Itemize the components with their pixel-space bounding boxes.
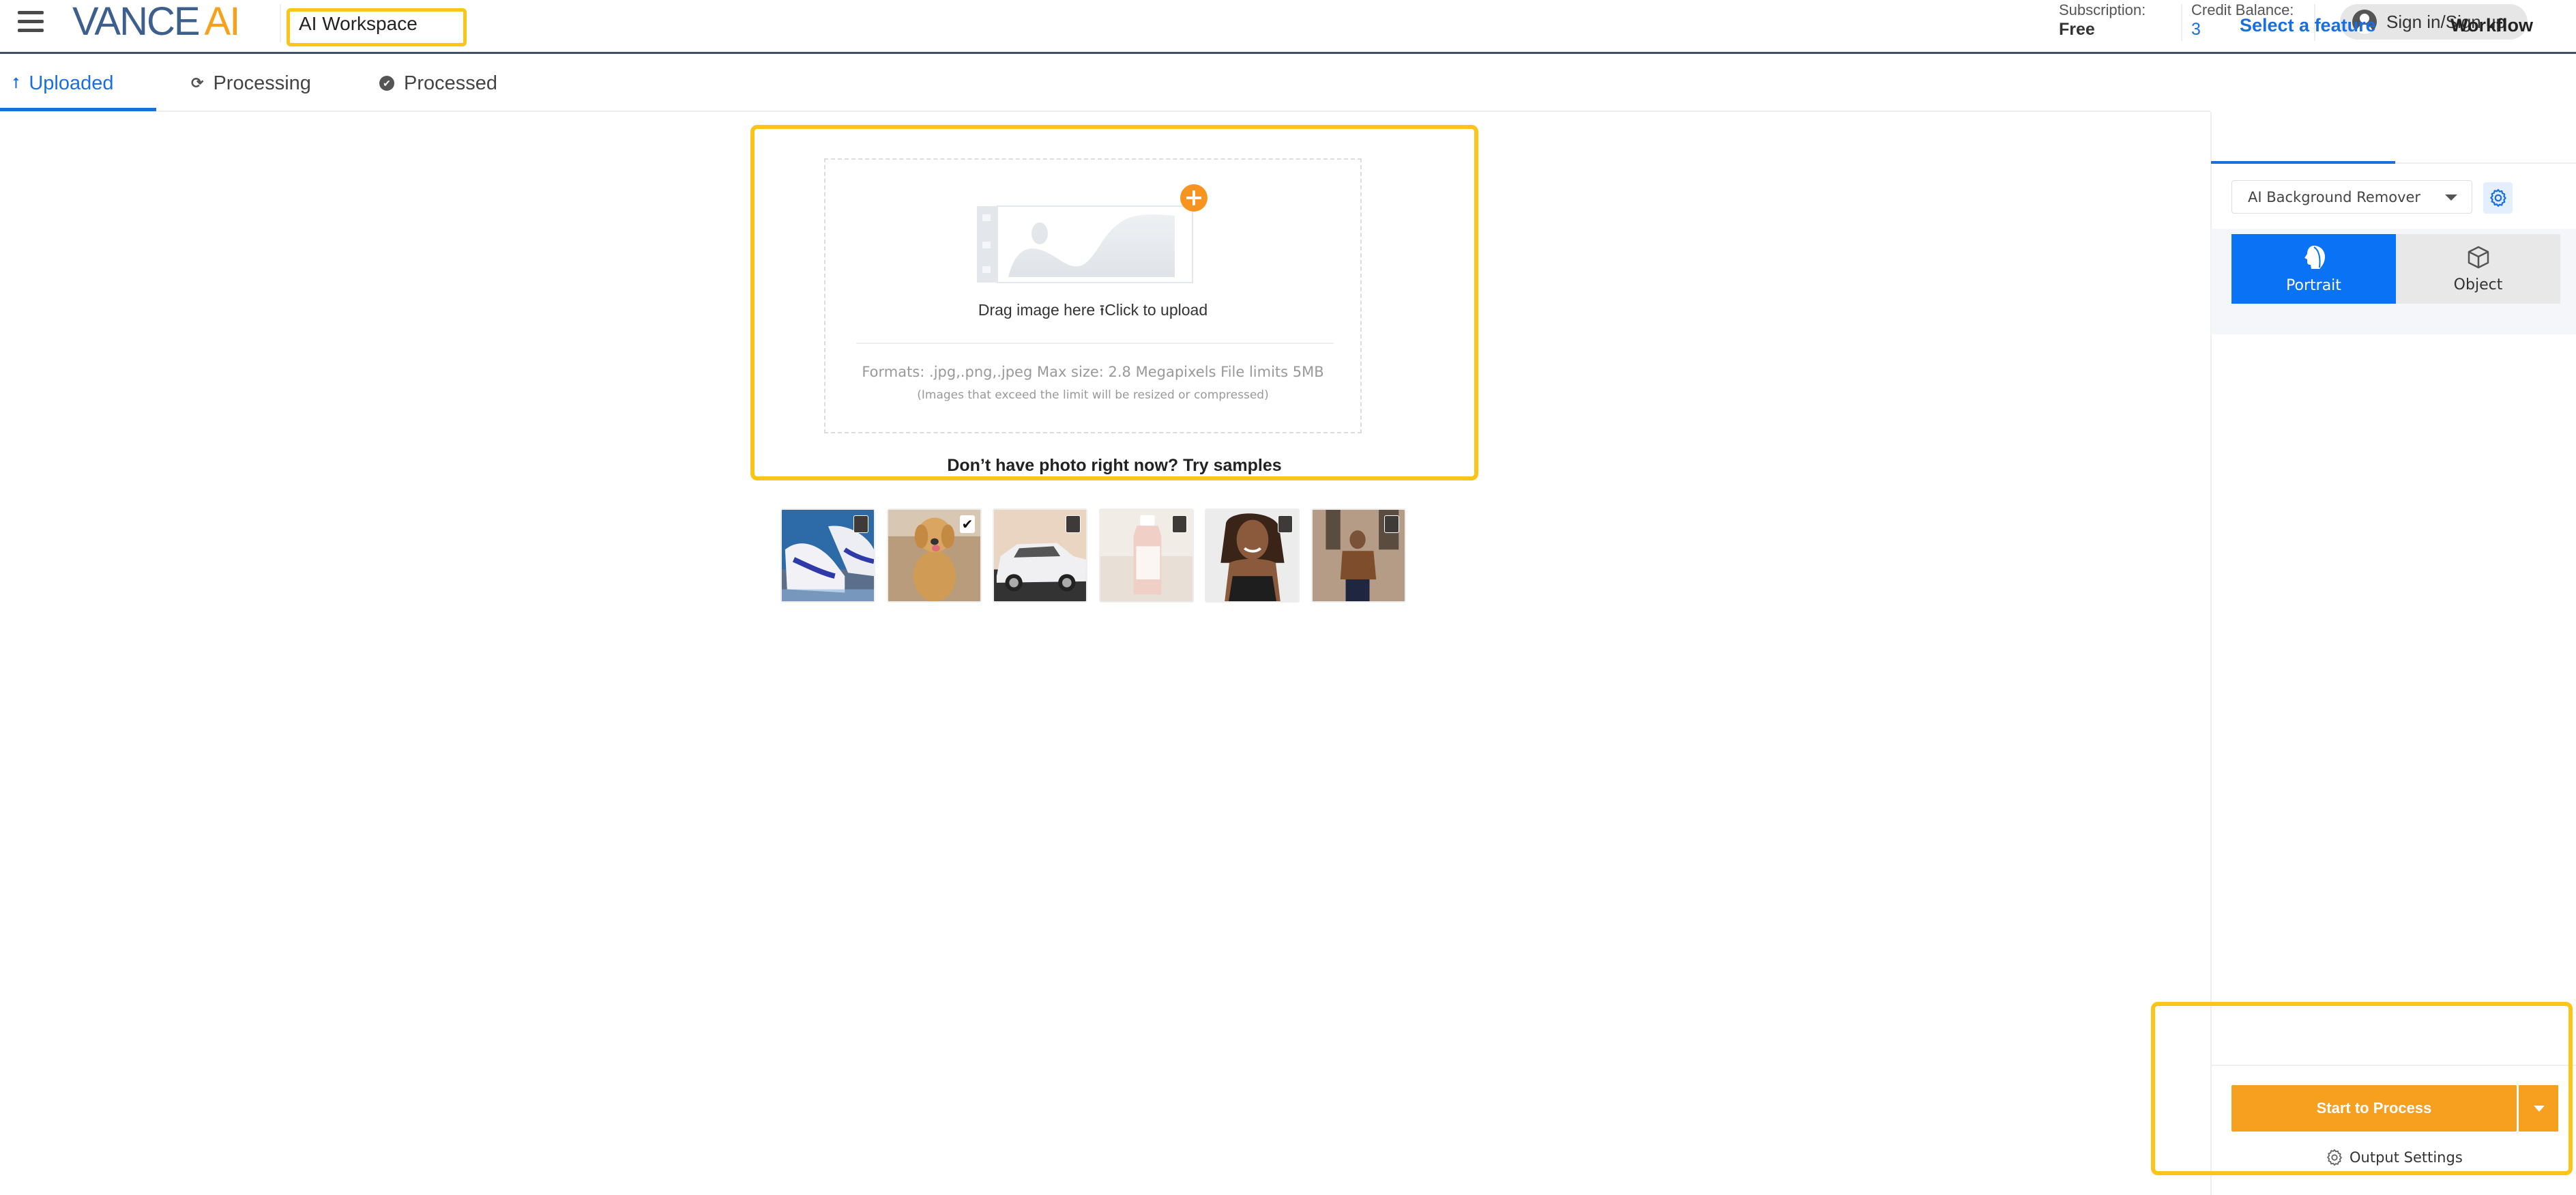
chevron-down-icon <box>2445 195 2457 201</box>
sample-image-car[interactable] <box>993 508 1087 603</box>
tab-workflow[interactable]: Workflow <box>2450 15 2533 36</box>
sample-checkbox[interactable] <box>1278 515 1293 533</box>
logo-primary-text: VANCE <box>72 0 201 44</box>
sample-image-dog[interactable]: ✔ <box>887 508 982 603</box>
logo-accent-text: AI <box>204 0 241 44</box>
format-note: (Images that exceed the limit will be re… <box>917 388 1269 402</box>
sample-checkbox[interactable] <box>1384 515 1399 533</box>
vanceai-logo[interactable]: VANCE AI <box>72 0 241 44</box>
feature-settings-button[interactable] <box>2483 182 2513 214</box>
image-placeholder-icon <box>977 205 1193 283</box>
header-divider <box>2181 4 2182 41</box>
active-tab-indicator <box>0 108 156 111</box>
output-settings-link[interactable]: Output Settings <box>2325 1148 2463 1167</box>
mode-portrait-button[interactable]: Portrait <box>2231 234 2396 304</box>
tab-processed[interactable]: ✔ Processed <box>379 56 497 111</box>
credit-balance-value[interactable]: 3 <box>2191 20 2201 40</box>
refresh-icon: ⟳ <box>191 74 204 91</box>
sample-image-bottle[interactable] <box>1099 508 1194 603</box>
subscription-label: Subscription: <box>2059 1 2146 18</box>
upload-instruction: Drag image here ⭱Click to upload <box>824 299 1362 325</box>
header-divider <box>280 4 281 42</box>
output-settings-label: Output Settings <box>2350 1149 2463 1166</box>
sample-checkbox[interactable] <box>853 515 868 533</box>
check-circle-icon: ✔ <box>379 76 394 91</box>
gear-icon <box>2327 1149 2342 1166</box>
workspace-title[interactable]: AI Workspace <box>287 8 467 46</box>
mode-object-button[interactable]: Object <box>2396 234 2560 304</box>
start-to-process-button[interactable]: Start to Process <box>2231 1085 2517 1132</box>
status-tab-bar: ⭡ Uploaded ⟳ Processing ✔ Processed <box>0 56 2210 112</box>
feature-dropdown[interactable]: AI Background Remover <box>2231 180 2472 214</box>
sample-image-man[interactable] <box>1311 508 1406 603</box>
active-tab-indicator <box>2211 161 2395 164</box>
tab-select-feature[interactable]: Select a feature <box>2240 15 2376 36</box>
click-to-upload-link[interactable]: Click to upload <box>1104 301 1208 319</box>
sample-image-sneakers[interactable] <box>780 508 875 603</box>
tab-label: Uploaded <box>29 72 114 94</box>
sample-checkbox[interactable] <box>1066 515 1081 533</box>
format-requirements: Formats: .jpg,.png,.jpeg Max size: 2.8 M… <box>862 364 1324 380</box>
tab-uploaded[interactable]: ⭡ Uploaded <box>12 56 114 111</box>
process-options-dropdown[interactable] <box>2519 1085 2558 1132</box>
feature-tab-bar <box>2210 112 2576 164</box>
drag-text: Drag image here <box>978 301 1096 319</box>
mode-label: Portrait <box>2286 276 2341 294</box>
tab-label: Processed <box>404 72 498 94</box>
subscription-value: Free <box>2059 20 2095 39</box>
mode-label: Object <box>2453 276 2503 293</box>
tab-processing[interactable]: ⟳ Processing <box>191 56 311 111</box>
feature-dropdown-value: AI Background Remover <box>2248 188 2421 205</box>
cube-icon <box>2468 246 2489 268</box>
sample-checkbox-checked[interactable]: ✔ <box>960 515 975 533</box>
gear-icon <box>2489 189 2506 207</box>
add-image-plus-icon[interactable] <box>1180 184 1208 212</box>
hamburger-menu-icon[interactable] <box>18 10 44 33</box>
upload-arrow-icon: ⭡ <box>12 74 20 91</box>
tab-label: Processing <box>213 72 311 94</box>
sample-image-woman[interactable] <box>1205 508 1300 603</box>
sample-checkbox[interactable] <box>1172 515 1187 533</box>
dropzone-divider <box>856 343 1334 344</box>
portrait-head-icon <box>2304 245 2325 269</box>
try-samples-prompt: Don’t have photo right now? Try samples <box>947 456 1282 475</box>
